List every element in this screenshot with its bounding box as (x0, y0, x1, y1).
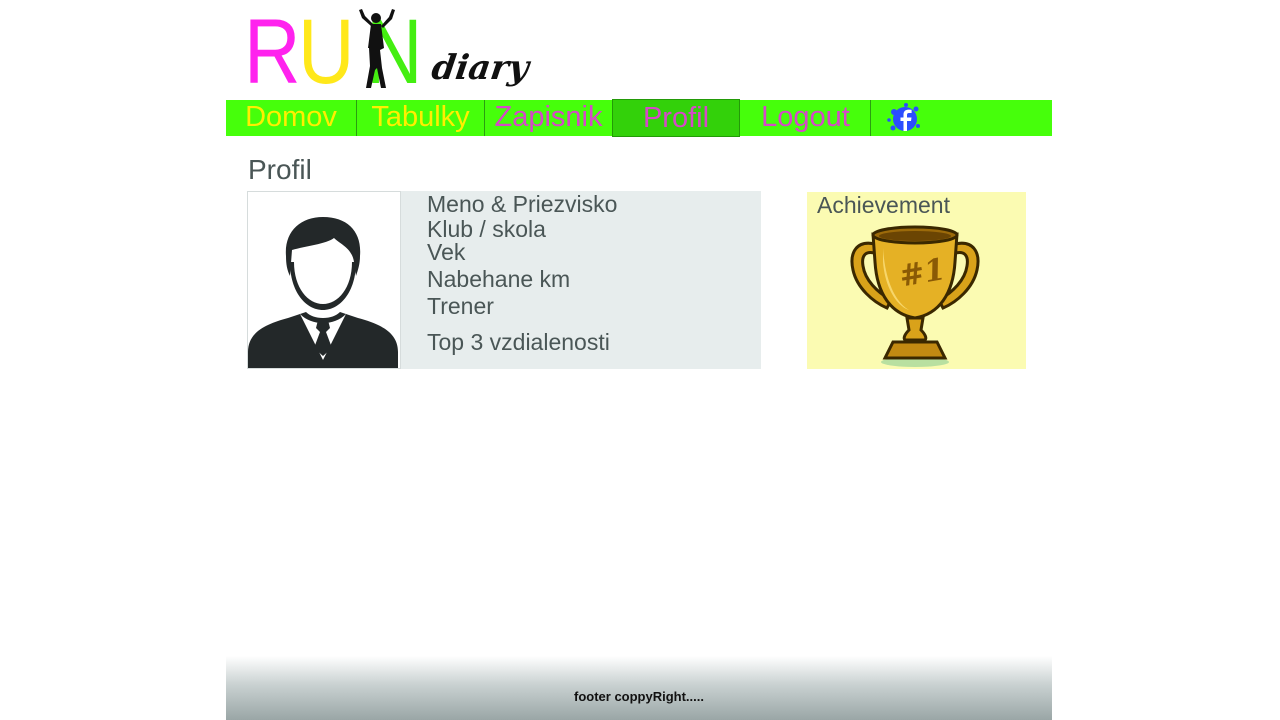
trophy-icon: #1 (850, 225, 980, 367)
run-diary-logo[interactable]: R U N diary (244, 1, 531, 103)
user-avatar-icon (248, 217, 398, 368)
nav-item-logout[interactable]: Logout (741, 100, 870, 136)
avatar[interactable] (247, 191, 401, 369)
nav-item-domov[interactable]: Domov (226, 100, 356, 136)
nav-item-tabulky[interactable]: Tabulky (357, 100, 484, 136)
field-name-label: Meno & Priezvisko (427, 191, 618, 217)
logo-tagline: diary (429, 48, 532, 88)
field-km-label: Nabehane km (427, 266, 571, 292)
nav-item-zapisnik[interactable]: Zapisnik (485, 100, 612, 136)
page-title: Profil (248, 154, 312, 185)
footer: footer coppyRight..... (226, 656, 1052, 720)
nav-item-profil[interactable]: Profil (612, 99, 740, 137)
nav-divider (870, 100, 871, 136)
runner-icon (359, 9, 395, 88)
profile-panel: Meno & Priezvisko Klub / skola Vek Nabeh… (247, 191, 761, 369)
facebook-icon[interactable] (884, 100, 924, 136)
field-age-label: Vek (427, 239, 466, 265)
field-top3-label: Top 3 vzdialenosti (427, 329, 610, 355)
main-nav: Domov Tabulky Zapisnik Profil Logout (226, 99, 1052, 137)
footer-copyright: footer coppyRight..... (574, 689, 704, 704)
achievement-panel[interactable]: Achievement #1 (807, 192, 1026, 369)
logo-letter-u: U (298, 1, 355, 103)
logo-letter-r: R (244, 1, 301, 103)
achievement-title: Achievement (817, 192, 950, 218)
page: R U N diary Domov Tabulky Zapisnik Profi… (226, 0, 1052, 720)
field-coach-label: Trener (427, 293, 494, 319)
